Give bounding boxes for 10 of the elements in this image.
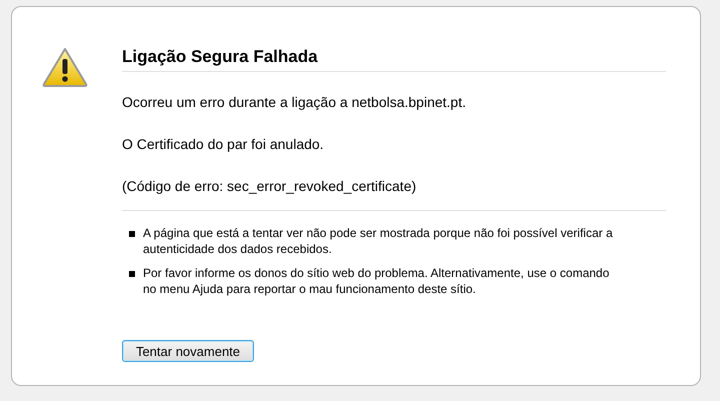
retry-button[interactable]: Tentar novamente bbox=[122, 340, 254, 362]
bullet-icon bbox=[129, 231, 135, 237]
error-message: Ocorreu um erro durante a ligação a netbolsa.bpinet.pt. bbox=[122, 93, 467, 112]
error-title: Ligação Segura Falhada bbox=[122, 47, 666, 72]
help-text: A página que está a tentar ver não pode ser mostrada porque não foi possível verificar a autenticidade dos dados recebidos. bbox=[143, 225, 613, 257]
error-message: O Certificado do par foi anulado. bbox=[122, 135, 325, 154]
warning-icon bbox=[42, 47, 88, 87]
help-text: Por favor informe os donos do sítio web do problema. Alternativamente, use o comando no menu Ajuda para reportar o mau funcionamento deste sítio. bbox=[143, 265, 610, 297]
bullet-icon bbox=[129, 271, 135, 277]
error-message: (Código de erro: sec_error_revoked_certificate) bbox=[122, 177, 418, 196]
